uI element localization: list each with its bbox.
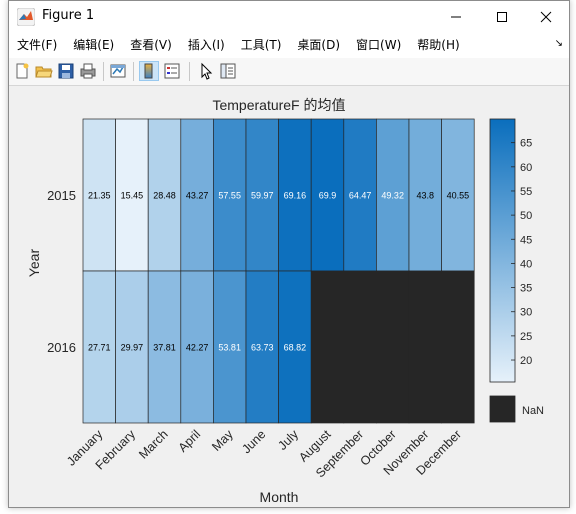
minimize-button[interactable]: [433, 1, 479, 32]
menu-view[interactable]: 查看(V): [122, 34, 180, 56]
heatmap-cell[interactable]: [408, 270, 442, 424]
chart-title: TemperatureF 的均值: [212, 97, 345, 113]
menu-window[interactable]: 窗口(W): [348, 34, 409, 56]
nan-legend-label: NaN: [522, 405, 544, 417]
cell-value-label: 49.32: [381, 191, 404, 201]
colorbar-tick-label: 40: [520, 258, 532, 270]
row-label-2015: 2015: [47, 188, 76, 203]
open-file-icon[interactable]: [34, 61, 54, 81]
row-label-2016: 2016: [47, 340, 76, 355]
toolbar-separator: [189, 62, 190, 81]
cell-value-label: 28.48: [153, 191, 176, 201]
colorbar-tick-label: 55: [520, 186, 532, 198]
property-inspector-icon[interactable]: [218, 61, 238, 81]
close-button[interactable]: [523, 1, 569, 32]
toolbar-separator: [103, 62, 104, 81]
cell-value-label: 37.81: [153, 343, 176, 353]
cell-value-label: 59.97: [251, 191, 274, 201]
new-figure-icon[interactable]: [12, 61, 32, 81]
link-plot-icon[interactable]: [108, 61, 128, 81]
menu-overflow-icon[interactable]: ↘: [555, 38, 563, 49]
minimize-icon: [451, 16, 461, 17]
menu-file[interactable]: 文件(F): [9, 34, 65, 56]
toolbar: [9, 58, 569, 86]
heatmap-cell[interactable]: [376, 270, 410, 424]
column-label-june: June: [239, 427, 268, 456]
cell-value-label: 69.16: [284, 191, 307, 201]
cell-value-label: 21.35: [88, 191, 111, 201]
figure-canvas: TemperatureF 的均值 21.35 15.45 28.48 43.27 57.…: [9, 86, 569, 507]
cell-value-label: 43.27: [186, 191, 209, 201]
nan-legend-swatch: [489, 395, 516, 423]
cell-value-label: 27.71: [88, 343, 111, 353]
menu-tools[interactable]: 工具(T): [233, 34, 290, 56]
colorbar-tick-label: 60: [520, 162, 532, 174]
close-icon: [540, 11, 552, 22]
figure-window: Figure 1 文件(F) 编辑(E) 查看(V) 插入(I) 工具(T) 桌…: [8, 0, 570, 508]
save-icon[interactable]: [56, 61, 76, 81]
menu-desktop[interactable]: 桌面(D): [289, 34, 348, 56]
print-icon[interactable]: [78, 61, 98, 81]
colorbar-tick-label: 50: [520, 210, 532, 222]
cell-value-label: 69.9: [319, 191, 337, 201]
y-axis-label: Year: [26, 249, 42, 278]
matlab-logo-icon: [17, 8, 35, 26]
colorbar-tick-label: 30: [520, 307, 532, 319]
title-bar: Figure 1: [9, 1, 569, 32]
cell-value-label: 63.73: [251, 343, 274, 353]
column-label-april: April: [176, 427, 204, 455]
heatmap-cell[interactable]: [310, 270, 345, 424]
cell-value-label: 64.47: [349, 191, 372, 201]
menu-help[interactable]: 帮助(H): [409, 34, 467, 56]
cell-value-label: 57.55: [218, 191, 241, 201]
colorbar-tick-label: 20: [520, 355, 532, 367]
maximize-button[interactable]: [479, 1, 525, 32]
edit-plot-icon[interactable]: [196, 61, 216, 81]
cell-value-label: 15.45: [121, 191, 144, 201]
x-axis-label: Month: [260, 489, 299, 505]
heatmap-chart[interactable]: TemperatureF 的均值 21.35 15.45 28.48 43.27 57.…: [9, 86, 569, 507]
cell-value-label: 40.55: [447, 191, 470, 201]
cell-value-label: 43.8: [417, 191, 435, 201]
menu-bar: 文件(F) 编辑(E) 查看(V) 插入(I) 工具(T) 桌面(D) 窗口(W…: [9, 32, 569, 58]
cell-value-label: 68.82: [284, 343, 307, 353]
toolbar-separator: [133, 62, 134, 81]
cell-value-label: 29.97: [121, 343, 144, 353]
window-title: Figure 1: [42, 8, 95, 23]
column-label-march: March: [136, 427, 170, 461]
colorbar-tick-label: 65: [520, 138, 532, 150]
colorbar-tick-label: 45: [520, 234, 532, 246]
column-label-july: July: [275, 427, 301, 453]
insert-legend-icon[interactable]: [162, 61, 182, 81]
menu-insert[interactable]: 插入(I): [180, 34, 233, 56]
colorbar-tick-label: 25: [520, 331, 532, 343]
heatmap-cell[interactable]: [343, 270, 377, 424]
heatmap-cell[interactable]: [441, 270, 475, 424]
menu-edit[interactable]: 编辑(E): [65, 34, 122, 56]
cell-value-label: 42.27: [186, 343, 209, 353]
maximize-icon: [497, 11, 507, 22]
colorbar: [489, 118, 516, 383]
insert-colorbar-icon[interactable]: [139, 61, 159, 81]
column-label-may: May: [209, 427, 236, 454]
cell-value-label: 53.81: [218, 343, 241, 353]
colorbar-tick-label: 35: [520, 283, 532, 295]
